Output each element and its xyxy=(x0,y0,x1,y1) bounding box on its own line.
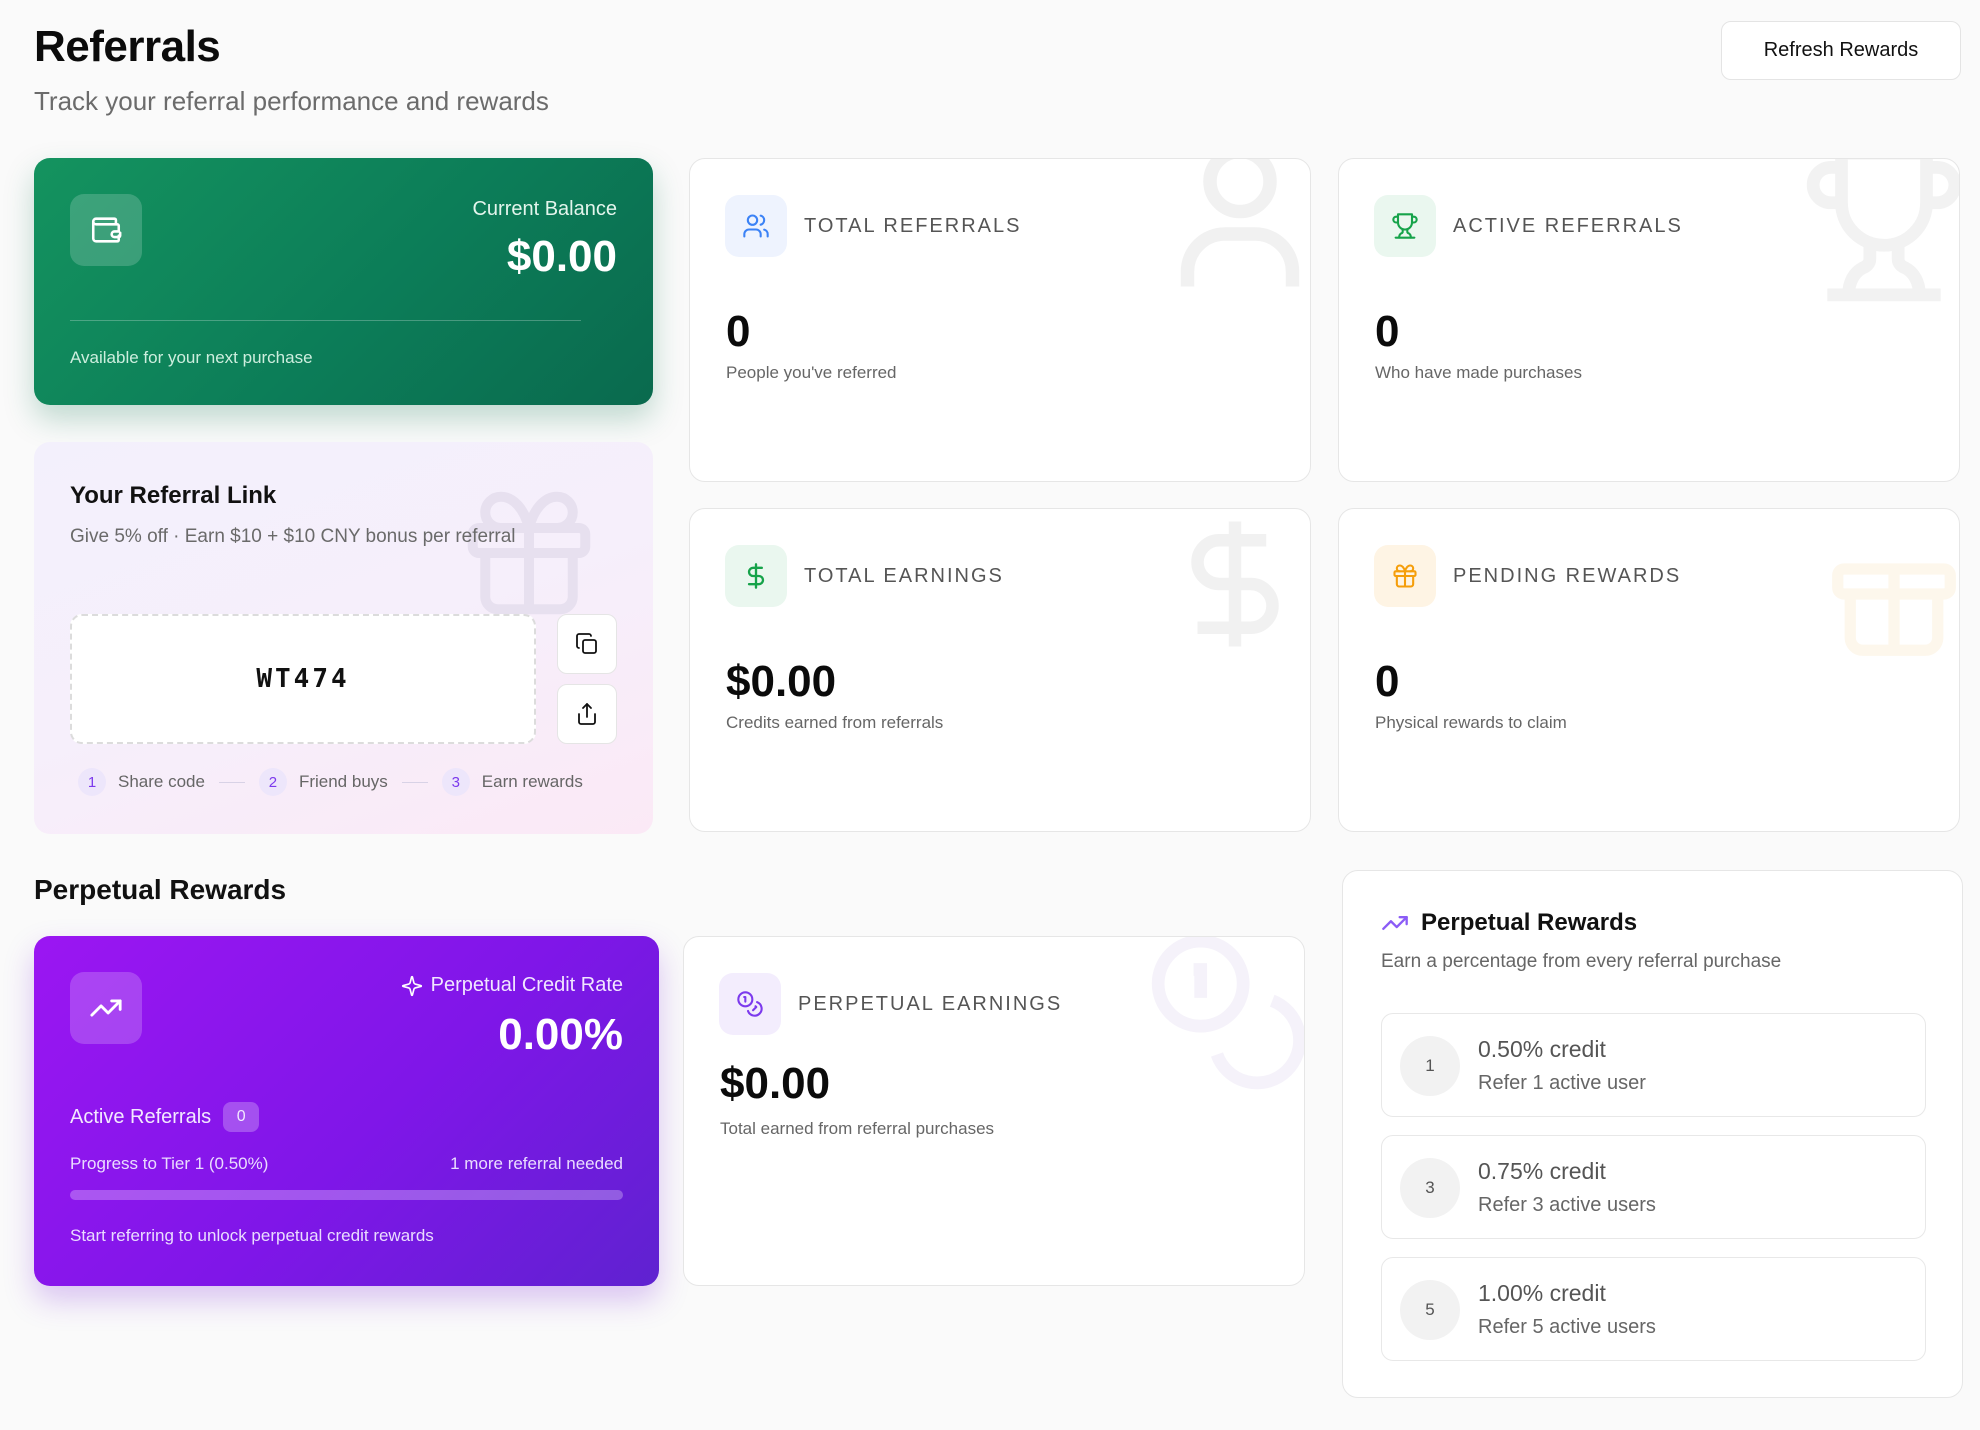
referral-link-title: Your Referral Link xyxy=(70,482,277,509)
stat-caption: People you've referred xyxy=(726,363,897,382)
copy-icon xyxy=(576,633,597,654)
page-subtitle: Track your referral performance and rewa… xyxy=(34,86,549,116)
step-number: 2 xyxy=(258,768,287,796)
refresh-rewards-button[interactable]: Refresh Rewards xyxy=(1721,21,1961,80)
tier-credit: 1.00% credit xyxy=(1478,1280,1606,1306)
share-code-button[interactable] xyxy=(557,684,617,744)
stat-caption: Who have made purchases xyxy=(1375,363,1582,382)
balance-divider xyxy=(70,320,581,321)
stat-caption: Credits earned from referrals xyxy=(726,713,944,732)
perpetual-credit-card: Perpetual Credit Rate 0.00% Active Refer… xyxy=(34,936,659,1286)
stat-caption: Physical rewards to claim xyxy=(1375,713,1567,732)
stat-label: ACTIVE REFERRALS xyxy=(1453,215,1683,237)
step-label: Share code xyxy=(118,772,205,791)
tier-progress-bar xyxy=(70,1190,623,1200)
stat-label: TOTAL EARNINGS xyxy=(804,565,1004,587)
tier-credit: 0.75% credit xyxy=(1478,1158,1606,1184)
tier-number: 3 xyxy=(1400,1158,1460,1218)
stat-label: PERPETUAL EARNINGS xyxy=(798,993,1063,1015)
tier-requirement: Refer 5 active users xyxy=(1478,1316,1656,1338)
active-referrals-badge: 0 xyxy=(223,1102,260,1132)
tier-row: 1 0.50% credit Refer 1 active user xyxy=(1381,1013,1926,1117)
perpetual-note: Start referring to unlock perpetual cred… xyxy=(70,1226,434,1245)
trending-up-icon xyxy=(1382,916,1408,930)
gift-icon xyxy=(1374,545,1436,607)
active-referrals-label: Active Referrals xyxy=(70,1105,212,1128)
total-referrals-card: TOTAL REFERRALS 0 People you've referred xyxy=(689,158,1311,482)
step-label: Earn rewards xyxy=(481,772,583,791)
copy-code-button[interactable] xyxy=(557,614,617,674)
dollar-icon xyxy=(725,545,787,607)
users-icon xyxy=(725,195,787,257)
stat-value: 0 xyxy=(1375,657,1400,706)
trophy-watermark-icon xyxy=(1806,159,1959,302)
stat-label: TOTAL REFERRALS xyxy=(804,215,1022,237)
tier-requirement: Refer 3 active users xyxy=(1478,1194,1656,1216)
step-number: 3 xyxy=(441,768,470,796)
trending-up-icon xyxy=(70,972,142,1044)
gift-watermark-icon xyxy=(467,491,591,615)
progress-label: Progress to Tier 1 (0.50%) xyxy=(70,1154,269,1173)
tiers-title: Perpetual Rewards xyxy=(1381,909,1637,937)
perpetual-tiers-card: Perpetual Rewards Earn a percentage from… xyxy=(1342,870,1963,1398)
coins-icon xyxy=(719,973,781,1035)
stat-value: $0.00 xyxy=(720,1059,831,1108)
progress-need: 1 more referral needed xyxy=(450,1154,623,1173)
stat-caption: Total earned from referral purchases xyxy=(720,1119,995,1138)
step-friend-buys: 2 Friend buys xyxy=(258,768,388,796)
stat-value: 0 xyxy=(1375,307,1400,356)
total-earnings-card: TOTAL EARNINGS $0.00 Credits earned from… xyxy=(689,508,1311,832)
pending-rewards-card: PENDING REWARDS 0 Physical rewards to cl… xyxy=(1338,508,1960,832)
step-label: Friend buys xyxy=(298,772,388,791)
perpetual-earnings-card: PERPETUAL EARNINGS $0.00 Total earned fr… xyxy=(683,936,1305,1286)
coins-watermark-icon xyxy=(1151,937,1304,1090)
active-referrals-card: ACTIVE REFERRALS 0 Who have made purchas… xyxy=(1338,158,1960,482)
tier-number: 1 xyxy=(1400,1036,1460,1096)
tier-credit: 0.50% credit xyxy=(1478,1036,1606,1062)
perpetual-rate-label-text: Perpetual Credit Rate xyxy=(430,974,623,996)
step-number: 1 xyxy=(78,768,106,796)
trophy-icon xyxy=(1374,195,1436,257)
share-icon xyxy=(578,703,596,725)
perpetual-rate-value: 0.00% xyxy=(498,1010,623,1059)
stat-value: 0 xyxy=(726,307,751,356)
tier-row: 5 1.00% credit Refer 5 active users xyxy=(1381,1257,1926,1361)
referral-code[interactable]: WT474 xyxy=(70,614,536,744)
dollar-watermark-icon xyxy=(1191,521,1279,647)
tiers-title-text: Perpetual Rewards xyxy=(1421,909,1638,936)
step-connector xyxy=(218,781,245,783)
tier-requirement: Refer 1 active user xyxy=(1478,1072,1646,1094)
stat-value: $0.00 xyxy=(726,657,837,706)
step-share-code: 1 Share code xyxy=(78,768,205,796)
stat-label: PENDING REWARDS xyxy=(1453,565,1682,587)
step-earn-rewards: 3 Earn rewards xyxy=(441,768,583,796)
users-watermark-icon xyxy=(1180,159,1300,287)
perpetual-rate-label: Perpetual Credit Rate xyxy=(401,974,623,997)
tier-row: 3 0.75% credit Refer 3 active users xyxy=(1381,1135,1926,1239)
wallet-icon xyxy=(70,194,142,266)
active-referrals-row: Active Referrals 0 xyxy=(70,1102,260,1132)
sparkles-icon xyxy=(401,975,422,996)
tier-number: 5 xyxy=(1400,1280,1460,1340)
perpetual-section-title: Perpetual Rewards xyxy=(34,874,287,905)
tiers-subtitle: Earn a percentage from every referral pu… xyxy=(1381,951,1782,972)
referral-link-subtitle: Give 5% off · Earn $10 + $10 CNY bonus p… xyxy=(70,526,516,547)
balance-value: $0.00 xyxy=(506,232,617,281)
current-balance-card: Current Balance $0.00 Available for your… xyxy=(34,158,653,405)
balance-label: Current Balance xyxy=(472,198,617,220)
step-connector xyxy=(401,781,428,783)
referral-steps: 1 Share code 2 Friend buys 3 Earn reward… xyxy=(78,768,583,796)
gift-watermark-icon xyxy=(1832,563,1956,656)
balance-note: Available for your next purchase xyxy=(70,348,313,367)
page-title: Referrals xyxy=(34,22,221,71)
referral-link-card: Your Referral Link Give 5% off · Earn $1… xyxy=(34,442,653,834)
